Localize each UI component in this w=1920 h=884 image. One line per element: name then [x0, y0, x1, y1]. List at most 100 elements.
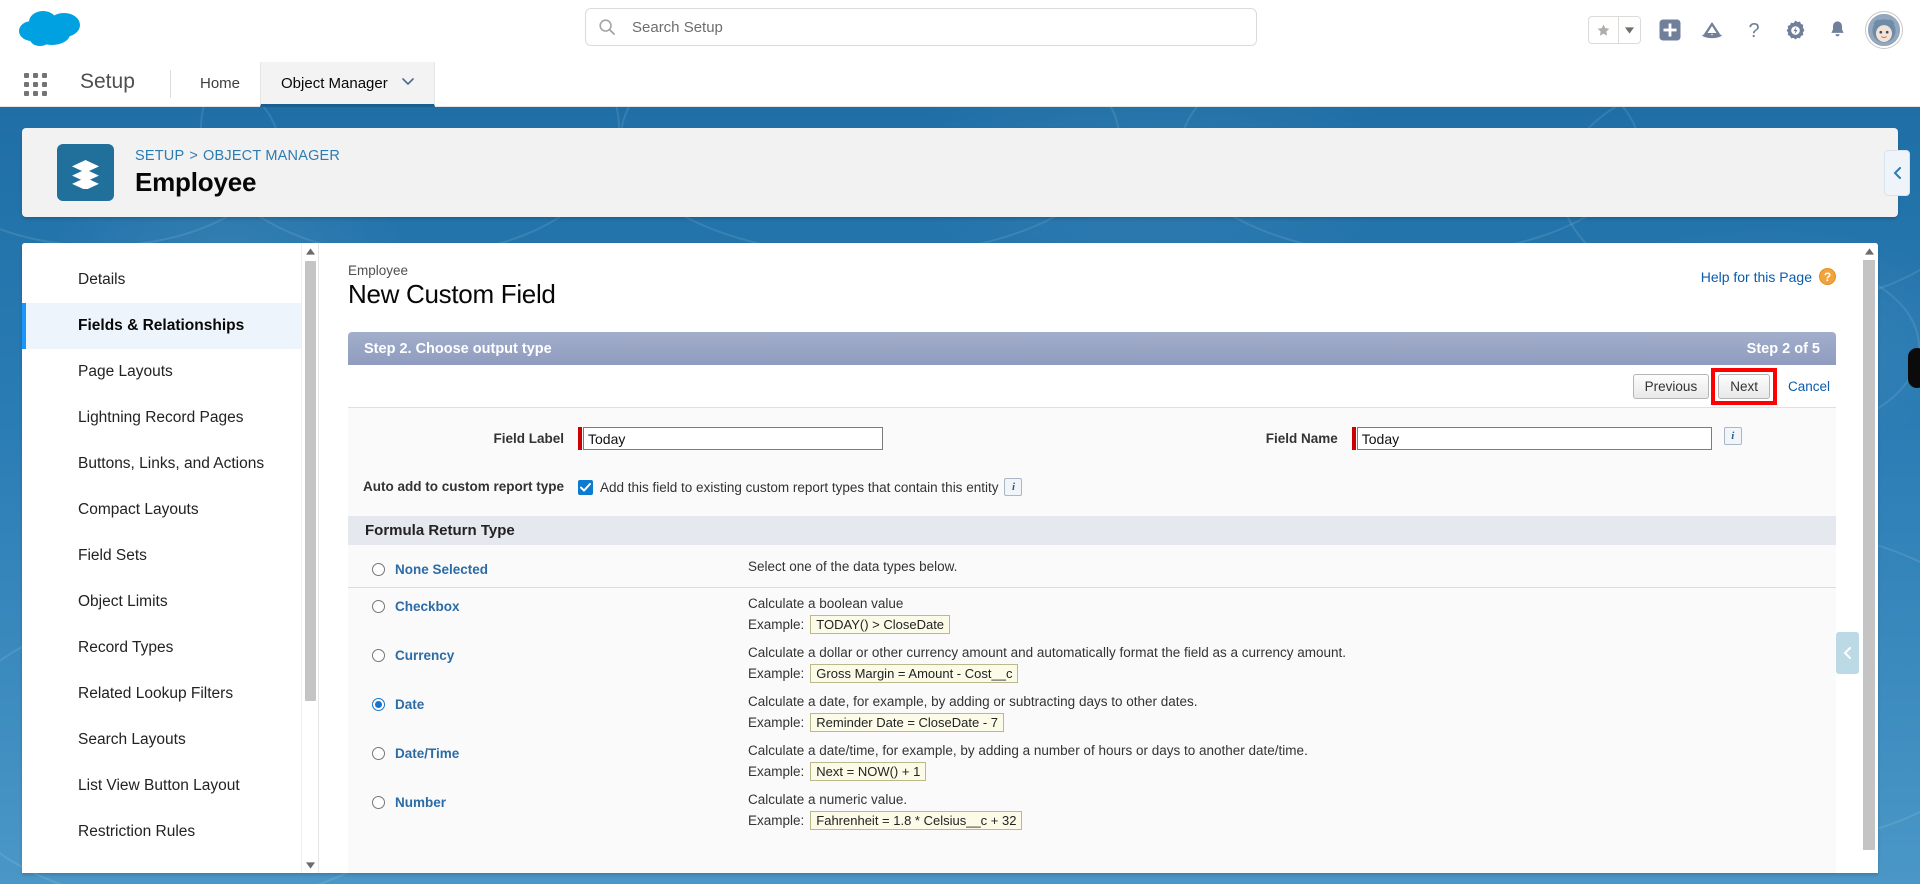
field-name-input[interactable]	[1356, 427, 1712, 450]
help-for-this-page-link[interactable]: Help for this Page ?	[1701, 268, 1836, 285]
breadcrumb: SETUP > OBJECT MANAGER	[135, 148, 340, 164]
sidebar-item-compact-layouts[interactable]: Compact Layouts	[22, 487, 318, 533]
radio-currency[interactable]	[372, 648, 385, 662]
example-label: Example:	[748, 715, 805, 730]
sidebar-item-label: Buttons, Links, and Actions	[78, 455, 265, 472]
field-name-group: Field Name i	[1122, 427, 1836, 450]
radio-date[interactable]	[372, 697, 385, 711]
help-question-icon[interactable]: ?	[1740, 17, 1767, 44]
add-plus-icon[interactable]	[1656, 17, 1683, 44]
tab-object-manager-label: Object Manager	[281, 74, 388, 92]
radio-none-selected-label: None Selected	[395, 561, 489, 577]
breadcrumb-setup[interactable]: SETUP	[135, 148, 184, 164]
favorites-group[interactable]	[1588, 16, 1641, 44]
example-code: Fahrenheit = 1.8 * Celsius__c + 32	[810, 811, 1023, 830]
search-input[interactable]	[630, 17, 1244, 37]
record-header-collapse-button[interactable]	[1884, 150, 1910, 196]
example-label: Example:	[748, 764, 805, 779]
radio-number[interactable]	[372, 795, 385, 809]
sidebar-item-fields-relationships[interactable]: Fields & Relationships	[22, 303, 318, 349]
return-type-option-currency[interactable]: Currency	[348, 643, 748, 683]
step-title: Step 2. Choose output type	[364, 340, 552, 357]
sidebar-item-related-lookup-filters[interactable]: Related Lookup Filters	[22, 671, 318, 717]
help-question-badge-icon: ?	[1819, 268, 1836, 285]
example-label: Example:	[748, 617, 805, 632]
radio-datetime-label: Date/Time	[395, 745, 460, 761]
notifications-bell-icon[interactable]	[1824, 17, 1851, 44]
scroll-up-arrow-icon[interactable]	[302, 243, 318, 259]
panel-collapse-button[interactable]	[1835, 631, 1860, 675]
sidebar-item-object-limits[interactable]: Object Limits	[22, 579, 318, 625]
next-button[interactable]: Next	[1718, 373, 1770, 399]
chevron-down-icon[interactable]	[401, 77, 414, 89]
return-type-description: Select one of the data types below.	[748, 559, 958, 574]
setup-gear-icon[interactable]	[1782, 17, 1809, 44]
return-type-option-number[interactable]: Number	[348, 790, 748, 830]
sidebar-item-label: Restriction Rules	[78, 823, 196, 840]
field-label-group: Field Label	[348, 427, 1122, 450]
scroll-up-arrow-icon[interactable]	[1860, 243, 1878, 259]
sidebar-item-search-layouts[interactable]: Search Layouts	[22, 717, 318, 763]
content-panel: Details Fields & Relationships Page Layo…	[22, 243, 1878, 873]
sidebar-item-restriction-rules[interactable]: Restriction Rules	[22, 809, 318, 855]
radio-datetime[interactable]	[372, 746, 385, 760]
example-code: Next = NOW() + 1	[810, 762, 927, 781]
trailhead-icon[interactable]	[1698, 17, 1725, 44]
app-launcher-icon[interactable]	[22, 71, 50, 99]
example-label: Example:	[748, 813, 805, 828]
form-area: Field Label Field Name i Auto add to cus…	[348, 408, 1836, 873]
field-name-info-icon[interactable]: i	[1723, 427, 1742, 445]
scroll-down-arrow-icon[interactable]	[302, 857, 318, 873]
help-link-label: Help for this Page	[1700, 268, 1812, 285]
sidebar-item-field-sets[interactable]: Field Sets	[22, 533, 318, 579]
browser-edge-handle[interactable]	[1908, 348, 1920, 388]
sidebar-item-buttons-links-actions[interactable]: Buttons, Links, and Actions	[22, 441, 318, 487]
return-type-description: Calculate a date, for example, by adding…	[748, 694, 1198, 709]
sidebar-item-label: Page Layouts	[78, 363, 173, 380]
sidebar-scrollbar-thumb[interactable]	[305, 261, 316, 701]
return-type-option-none-selected[interactable]: None Selected	[348, 557, 748, 581]
auto-add-checkbox[interactable]	[578, 479, 593, 495]
favorite-star-icon[interactable]	[1588, 16, 1618, 44]
return-type-option-date[interactable]: Date	[348, 692, 748, 732]
sidebar-item-record-types[interactable]: Record Types	[22, 625, 318, 671]
setup-divider	[170, 70, 171, 98]
main-pane-scrollbar[interactable]	[1860, 243, 1878, 873]
tab-home-label: Home	[200, 74, 241, 92]
previous-button[interactable]: Previous	[1632, 373, 1710, 399]
sidebar-item-lightning-record-pages[interactable]: Lightning Record Pages	[22, 395, 318, 441]
sidebar-item-list-view-button-layout[interactable]: List View Button Layout	[22, 763, 318, 809]
return-type-desc-datetime: Calculate a date/time, for example, by a…	[748, 741, 1836, 781]
cancel-link[interactable]: Cancel	[1788, 379, 1830, 394]
main-pane-scrollbar-thumb[interactable]	[1863, 260, 1875, 850]
salesforce-cloud-logo[interactable]	[16, 6, 90, 54]
record-header-text: SETUP > OBJECT MANAGER Employee	[135, 148, 340, 198]
return-type-option-datetime[interactable]: Date/Time	[348, 741, 748, 781]
favorite-dropdown-icon[interactable]	[1618, 16, 1641, 44]
radio-none-selected[interactable]	[372, 562, 385, 576]
auto-add-group: Auto add to custom report type Add this …	[348, 475, 1122, 496]
sidebar-item-details[interactable]: Details	[22, 257, 318, 303]
tab-object-manager[interactable]: Object Manager	[260, 62, 435, 107]
field-name-caption: Field Name	[1265, 431, 1338, 446]
radio-currency-label: Currency	[395, 647, 455, 663]
global-search-box[interactable]	[585, 8, 1257, 46]
field-label-input[interactable]	[583, 427, 883, 450]
radio-number-label: Number	[395, 794, 447, 810]
auto-add-info-icon[interactable]: i	[1004, 478, 1023, 496]
tab-home[interactable]: Home	[180, 62, 260, 107]
radio-checkbox[interactable]	[372, 599, 385, 613]
auto-add-caption: Auto add to custom report type	[362, 479, 564, 494]
example-code: Gross Margin = Amount - Cost__c	[810, 664, 1019, 683]
sidebar-item-label: Compact Layouts	[78, 501, 199, 518]
return-type-desc-checkbox: Calculate a boolean value Example: TODAY…	[748, 594, 1836, 634]
breadcrumb-object-manager[interactable]: OBJECT MANAGER	[203, 148, 340, 164]
user-avatar[interactable]	[1866, 12, 1902, 48]
formula-return-type-options: None Selected Select one of the data typ…	[348, 545, 1836, 830]
sidebar-item-page-layouts[interactable]: Page Layouts	[22, 349, 318, 395]
auto-add-checkbox-row[interactable]: Add this field to existing custom report…	[578, 475, 1023, 496]
return-type-row-date: Date Calculate a date, for example, by a…	[348, 692, 1836, 732]
return-type-description: Calculate a dollar or other currency amo…	[748, 645, 1347, 660]
return-type-option-checkbox[interactable]: Checkbox	[348, 594, 748, 634]
sidebar-scrollbar[interactable]	[301, 243, 318, 873]
